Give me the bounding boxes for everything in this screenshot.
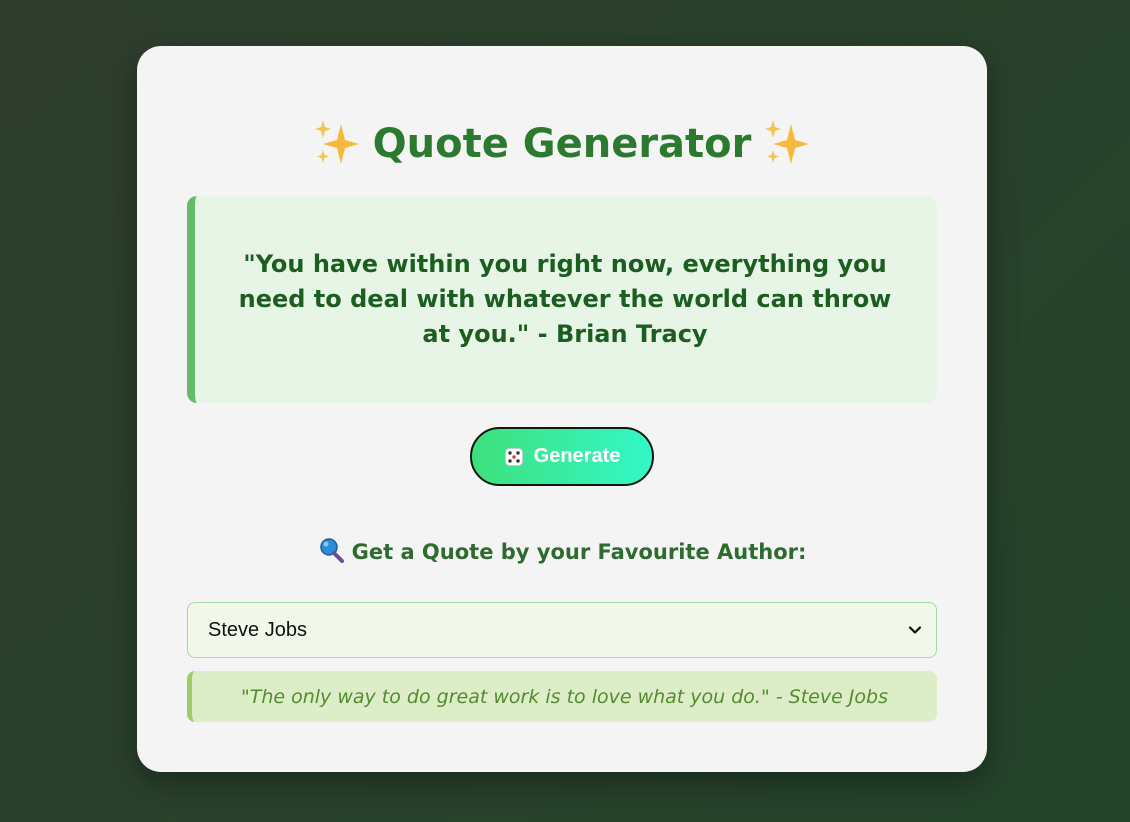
- dice-icon: [504, 447, 523, 466]
- random-quote-text: "You have within you right now, everythi…: [238, 250, 892, 348]
- magnifier-icon: [319, 538, 344, 563]
- author-select-value: Steve Jobs: [208, 618, 307, 641]
- author-quote-box: "The only way to do great work is to lov…: [187, 671, 937, 722]
- generate-button[interactable]: Generate: [470, 427, 654, 486]
- quote-card: Quote Generator "You have within you rig…: [137, 46, 987, 772]
- author-section-heading: Get a Quote by your Favourite Author:: [137, 534, 987, 570]
- author-select[interactable]: Steve Jobs: [187, 602, 937, 658]
- title-text: Quote Generator: [372, 121, 752, 167]
- chevron-down-icon: [908, 626, 922, 634]
- random-quote-box: "You have within you right now, everythi…: [187, 196, 937, 403]
- generate-button-label: Generate: [533, 445, 621, 467]
- author-heading-text: Get a Quote by your Favourite Author:: [351, 540, 807, 564]
- sparkles-icon: [314, 120, 359, 164]
- sparkles-icon: [765, 120, 810, 164]
- page-title: Quote Generator: [137, 118, 987, 172]
- author-quote-text: "The only way to do great work is to lov…: [241, 685, 888, 708]
